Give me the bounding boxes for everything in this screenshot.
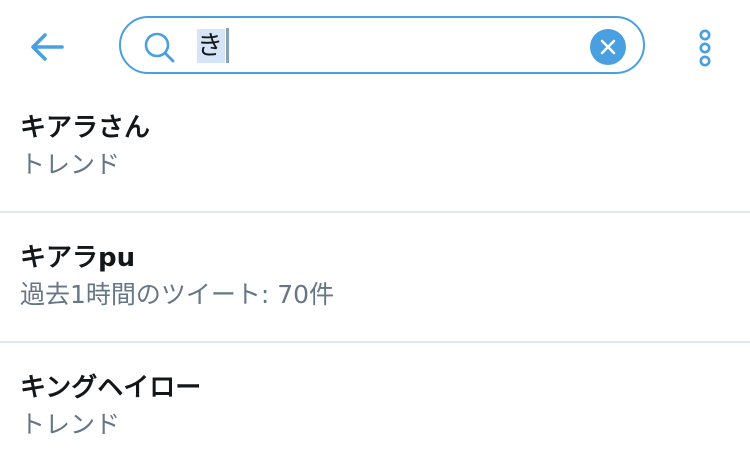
back-button[interactable]	[26, 28, 68, 66]
search-header: き	[0, 0, 750, 95]
search-result-item[interactable]: キングヘイロー トレンド	[0, 341, 750, 471]
arrow-left-icon	[31, 33, 64, 61]
result-subtitle: トレンド	[20, 410, 121, 439]
search-screen: き キアラさん トレンド キアラpu 過去1時間のツイート: 70件 キングヘイ…	[0, 0, 750, 471]
result-title: キアラpu	[20, 243, 136, 273]
search-box[interactable]: き	[119, 16, 645, 74]
clear-search-button[interactable]	[590, 29, 626, 65]
more-options-button[interactable]	[688, 28, 722, 68]
search-result-item[interactable]: キアラpu 過去1時間のツイート: 70件	[0, 211, 750, 341]
result-subtitle: 過去1時間のツイート: 70件	[20, 280, 335, 309]
result-subtitle: トレンド	[20, 150, 121, 179]
more-vertical-icon	[699, 29, 711, 67]
search-result-item[interactable]: キアラさん トレンド	[0, 95, 750, 211]
search-results-list: キアラさん トレンド キアラpu 過去1時間のツイート: 70件 キングヘイロー…	[0, 95, 750, 471]
search-input[interactable]	[193, 28, 573, 64]
result-title: キングヘイロー	[20, 373, 202, 403]
result-title: キアラさん	[20, 113, 151, 143]
close-icon	[600, 39, 616, 55]
search-icon	[144, 32, 175, 63]
